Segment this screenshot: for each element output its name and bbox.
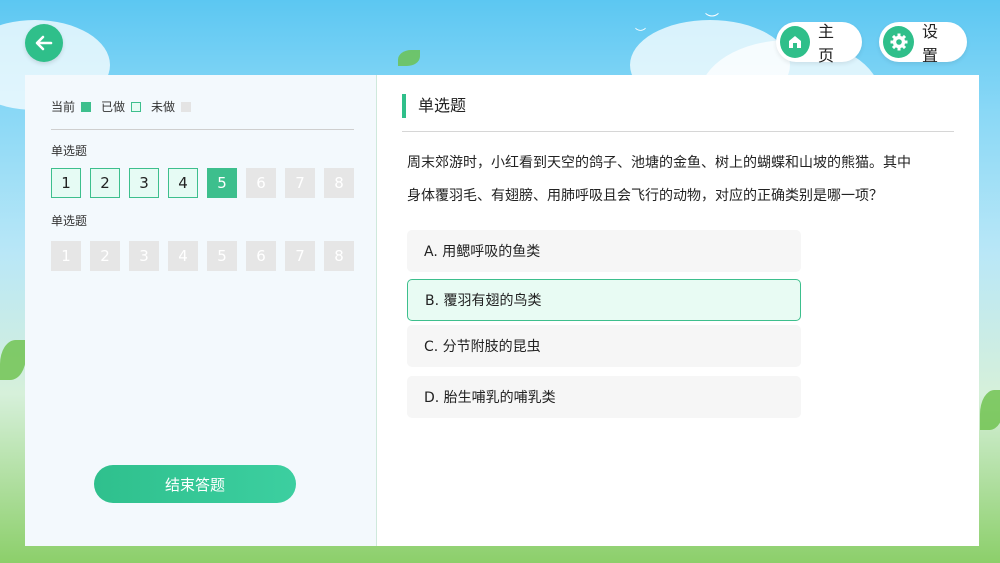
legend-done-swatch	[131, 101, 142, 112]
legend-undone-label: 未做	[151, 100, 176, 114]
settings-label: 设置	[922, 22, 939, 65]
main-panel: 当前 已做 未做 单选题 1 2 3 4 5 6 7 8 单选题 1 2 3 4…	[25, 75, 979, 546]
gear-icon	[883, 26, 914, 58]
section-title: 单选题	[51, 214, 88, 228]
question-number-button[interactable]: 4	[168, 241, 198, 271]
question-number-button[interactable]: 1	[51, 241, 81, 271]
question-number-button[interactable]: 2	[90, 241, 120, 271]
question-number-button[interactable]: 8	[324, 241, 354, 271]
divider	[402, 131, 954, 132]
question-number-button[interactable]: 5	[207, 168, 237, 198]
question-number-button[interactable]: 4	[168, 168, 198, 198]
question-number-button[interactable]: 1	[51, 168, 81, 198]
legend: 当前 已做 未做	[51, 98, 201, 115]
question-type-title: 单选题	[402, 94, 466, 118]
question-number-button[interactable]: 6	[246, 241, 276, 271]
leaf-decoration	[398, 50, 420, 66]
legend-current-label: 当前	[51, 100, 76, 114]
question-number-button[interactable]: 3	[129, 168, 159, 198]
question-text-line: 周末郊游时，小红看到天空的鸽子、池塘的金鱼、树上的蝴蝶和山坡的熊猫。其中	[407, 155, 911, 171]
divider	[51, 129, 354, 130]
section-title: 单选题	[51, 144, 88, 158]
question-number-button[interactable]: 2	[90, 168, 120, 198]
option-a[interactable]: A. 用鳃呼吸的鱼类	[407, 230, 801, 272]
back-button[interactable]	[25, 24, 63, 62]
option-b[interactable]: B. 覆羽有翅的鸟类	[407, 279, 801, 321]
option-c[interactable]: C. 分节附肢的昆虫	[407, 325, 801, 367]
legend-done-label: 已做	[101, 100, 126, 114]
settings-button[interactable]: 设置	[879, 22, 967, 65]
leaf-decoration	[0, 340, 26, 380]
bird-decoration: ︶	[635, 27, 646, 40]
arrow-left-icon	[35, 35, 53, 51]
home-icon	[780, 26, 810, 58]
question-text: 周末郊游时，小红看到天空的鸽子、池塘的金鱼、树上的蝴蝶和山坡的熊猫。其中 身体覆…	[407, 147, 947, 213]
home-button[interactable]: 主页	[776, 22, 862, 65]
finish-quiz-button[interactable]: 结束答题	[94, 465, 296, 503]
option-d[interactable]: D. 胎生哺乳的哺乳类	[407, 376, 801, 418]
bird-decoration: ︶	[705, 13, 719, 29]
home-label: 主页	[818, 22, 835, 65]
answer-sheet-sidebar: 当前 已做 未做 单选题 1 2 3 4 5 6 7 8 单选题 1 2 3 4…	[25, 75, 377, 546]
question-grid: 1 2 3 4 5 6 7 8	[51, 168, 363, 198]
question-text-line: 身体覆羽毛、有翅膀、用肺呼吸且会飞行的动物，对应的正确类别是哪一项？	[407, 188, 883, 204]
question-number-button[interactable]: 3	[129, 241, 159, 271]
question-grid: 1 2 3 4 5 6 7 8	[51, 241, 363, 271]
question-number-button[interactable]: 6	[246, 168, 276, 198]
leaf-decoration	[980, 390, 1000, 430]
question-number-button[interactable]: 5	[207, 241, 237, 271]
legend-undone-swatch	[181, 101, 192, 112]
legend-current-swatch	[81, 101, 92, 112]
question-area: 单选题 周末郊游时，小红看到天空的鸽子、池塘的金鱼、树上的蝴蝶和山坡的熊猫。其中…	[377, 75, 979, 546]
question-number-button[interactable]: 7	[285, 168, 315, 198]
question-number-button[interactable]: 7	[285, 241, 315, 271]
question-number-button[interactable]: 8	[324, 168, 354, 198]
